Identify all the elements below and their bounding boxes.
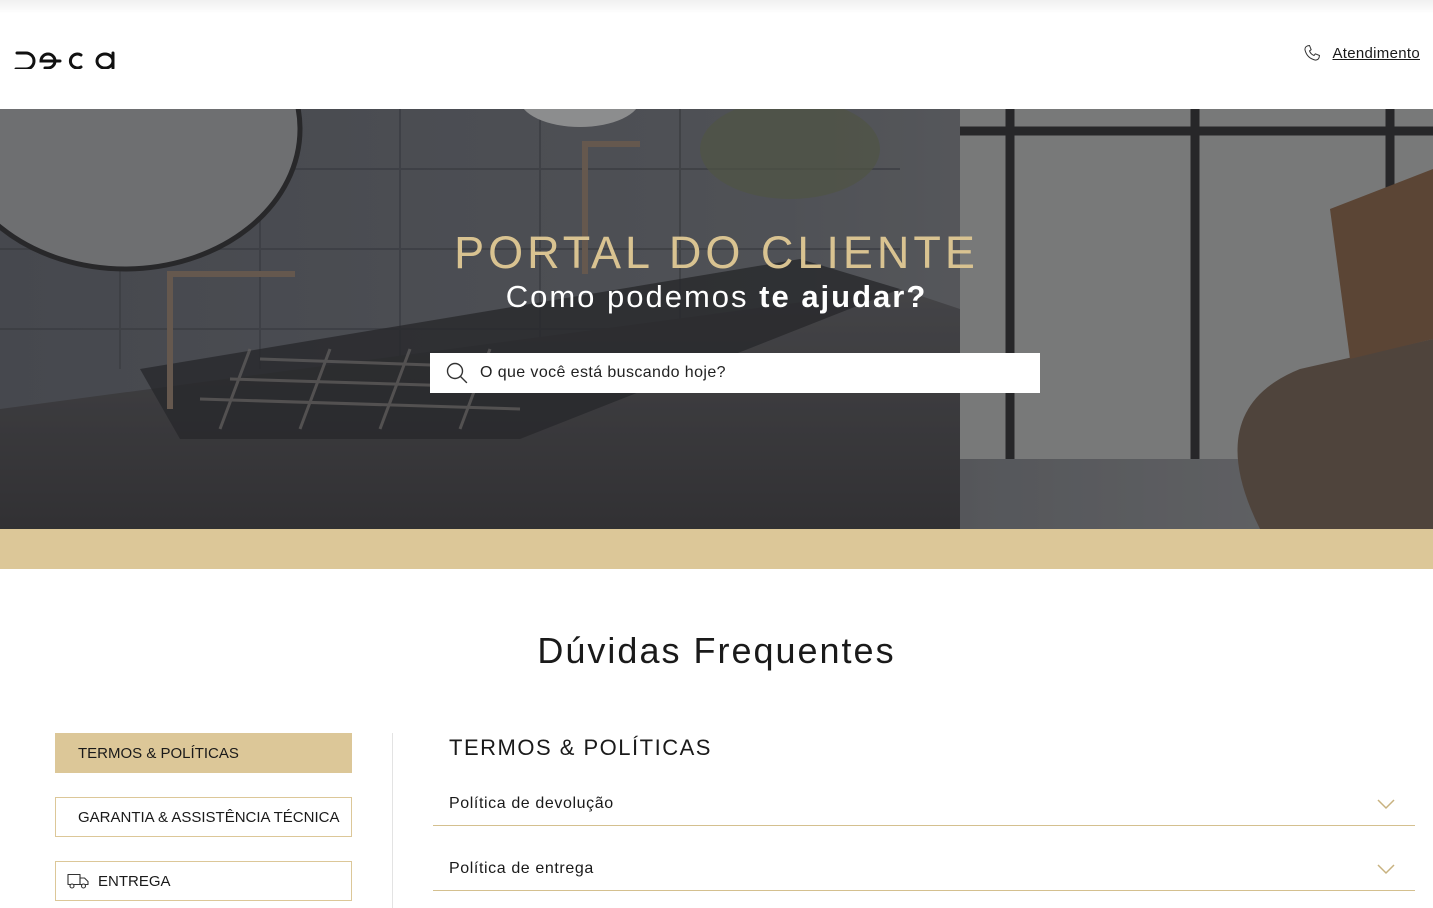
section-title: TERMOS & POLÍTICAS [449,735,712,760]
gold-divider-band [0,529,1433,569]
accordion-delivery-policy[interactable]: Política de entrega [433,851,1415,891]
search-box[interactable] [430,353,1040,393]
hero-subtitle: Como podemos te ajudar? [0,279,1433,315]
chevron-down-icon[interactable] [1377,863,1395,875]
search-icon[interactable] [446,362,468,384]
site-header: Atendimento [0,0,1433,109]
hero-title: PORTAL DO CLIENTE [454,227,979,278]
accordion-return-policy[interactable]: Política de devolução [433,786,1415,826]
deca-logo[interactable] [14,39,116,69]
category-label: TERMOS & POLÍTICAS [78,744,239,762]
truck-icon [67,873,89,889]
accordion-label: Política de devolução [449,795,614,812]
vertical-divider [392,733,393,908]
faq-title: Dúvidas Frequentes [537,630,896,671]
category-terms-policies[interactable]: TERMOS & POLÍTICAS [55,733,352,773]
category-warranty-technical-assistance[interactable]: GARANTIA & ASSISTÊNCIA TÉCNICA [55,797,352,837]
chevron-down-icon[interactable] [1377,798,1395,810]
category-label: ENTREGA [98,872,171,890]
hero-subtitle-regular: Como podemos [505,279,760,314]
support-link[interactable]: Atendimento [1302,43,1420,63]
hero-banner: PORTAL DO CLIENTE Como podemos te ajudar… [0,109,1433,529]
category-delivery[interactable]: ENTREGA [55,861,352,901]
phone-icon [1304,45,1321,61]
support-label[interactable]: Atendimento [1332,45,1420,62]
accordion-label: Política de entrega [449,860,594,877]
category-label: GARANTIA & ASSISTÊNCIA TÉCNICA [78,808,340,826]
hero-subtitle-bold: te ajudar? [759,279,928,314]
search-input[interactable] [480,353,1040,393]
